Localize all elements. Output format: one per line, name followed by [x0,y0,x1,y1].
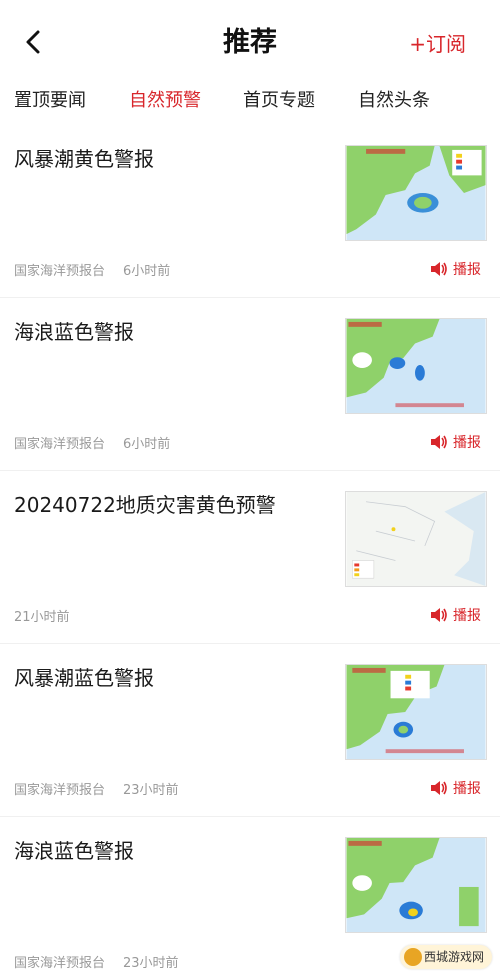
tab-nature-headlines[interactable]: 自然头条 [358,86,430,112]
subscribe-button[interactable]: +订阅 [409,28,466,57]
item-source: 国家海洋预报台 [14,956,106,971]
item-meta: 国家海洋预报台 6小时前 [14,260,170,279]
item-title[interactable]: 风暴潮蓝色警报 [14,662,154,691]
thumbnail-image[interactable] [345,837,487,933]
item-meta: 国家海洋预报台 23小时前 [14,779,179,798]
watermark-text: 西城游戏网 [423,950,484,964]
item-source: 国家海洋预报台 [14,264,106,279]
watermark-logo-icon [403,948,422,966]
speaker-icon [431,608,447,622]
thumbnail-image[interactable] [345,318,487,414]
item-title[interactable]: 风暴潮黄色警报 [14,143,154,172]
broadcast-label: 播报 [453,781,481,797]
tab-top-news[interactable]: 置顶要闻 [14,86,86,112]
thumbnail-image[interactable] [345,491,487,587]
item-title[interactable]: 海浪蓝色警报 [14,835,134,864]
broadcast-label: 播报 [453,262,481,278]
watermark-badge: 西城游戏网 [399,945,492,969]
speaker-icon [431,781,447,795]
broadcast-button[interactable]: 播报 [430,778,481,798]
list-item[interactable]: 20240722地质灾害黄色预警 21小时前 播报 [0,471,500,644]
speaker-icon [431,435,447,449]
thumbnail-image[interactable] [345,145,487,241]
list-item[interactable]: 风暴潮蓝色警报 国家海洋预报台 23小时前 播报 [0,644,500,817]
item-time: 21小时前 [14,610,70,625]
list-item[interactable]: 海浪蓝色警报 国家海洋预报台 6小时前 播报 [0,298,500,471]
item-time: 23小时前 [123,783,179,798]
tab-nature-warning[interactable]: 自然预警 [129,86,201,112]
broadcast-label: 播报 [453,435,481,451]
tab-bar: 置顶要闻 自然预警 首页专题 自然头条 [0,82,500,118]
thumbnail-image[interactable] [345,664,487,760]
item-time: 23小时前 [123,956,179,971]
item-title[interactable]: 20240722地质灾害黄色预警 [14,489,276,518]
list-item[interactable]: 风暴潮黄色警报 国家海洋预报台 6小时前 播报 [0,125,500,298]
item-meta: 国家海洋预报台 6小时前 [14,433,170,452]
header: 推荐 +订阅 [0,0,500,80]
item-meta: 国家海洋预报台 23小时前 [14,952,179,971]
item-source: 国家海洋预报台 [14,783,106,798]
speaker-icon [431,262,447,276]
broadcast-button[interactable]: 播报 [430,259,481,279]
item-meta: 21小时前 [14,606,70,625]
item-source: 国家海洋预报台 [14,437,106,452]
broadcast-label: 播报 [453,608,481,624]
item-time: 6小时前 [123,264,171,279]
item-time: 6小时前 [123,437,171,452]
item-title[interactable]: 海浪蓝色警报 [14,316,134,345]
broadcast-button[interactable]: 播报 [430,432,481,452]
broadcast-button[interactable]: 播报 [430,605,481,625]
tab-home-topics[interactable]: 首页专题 [243,86,315,112]
